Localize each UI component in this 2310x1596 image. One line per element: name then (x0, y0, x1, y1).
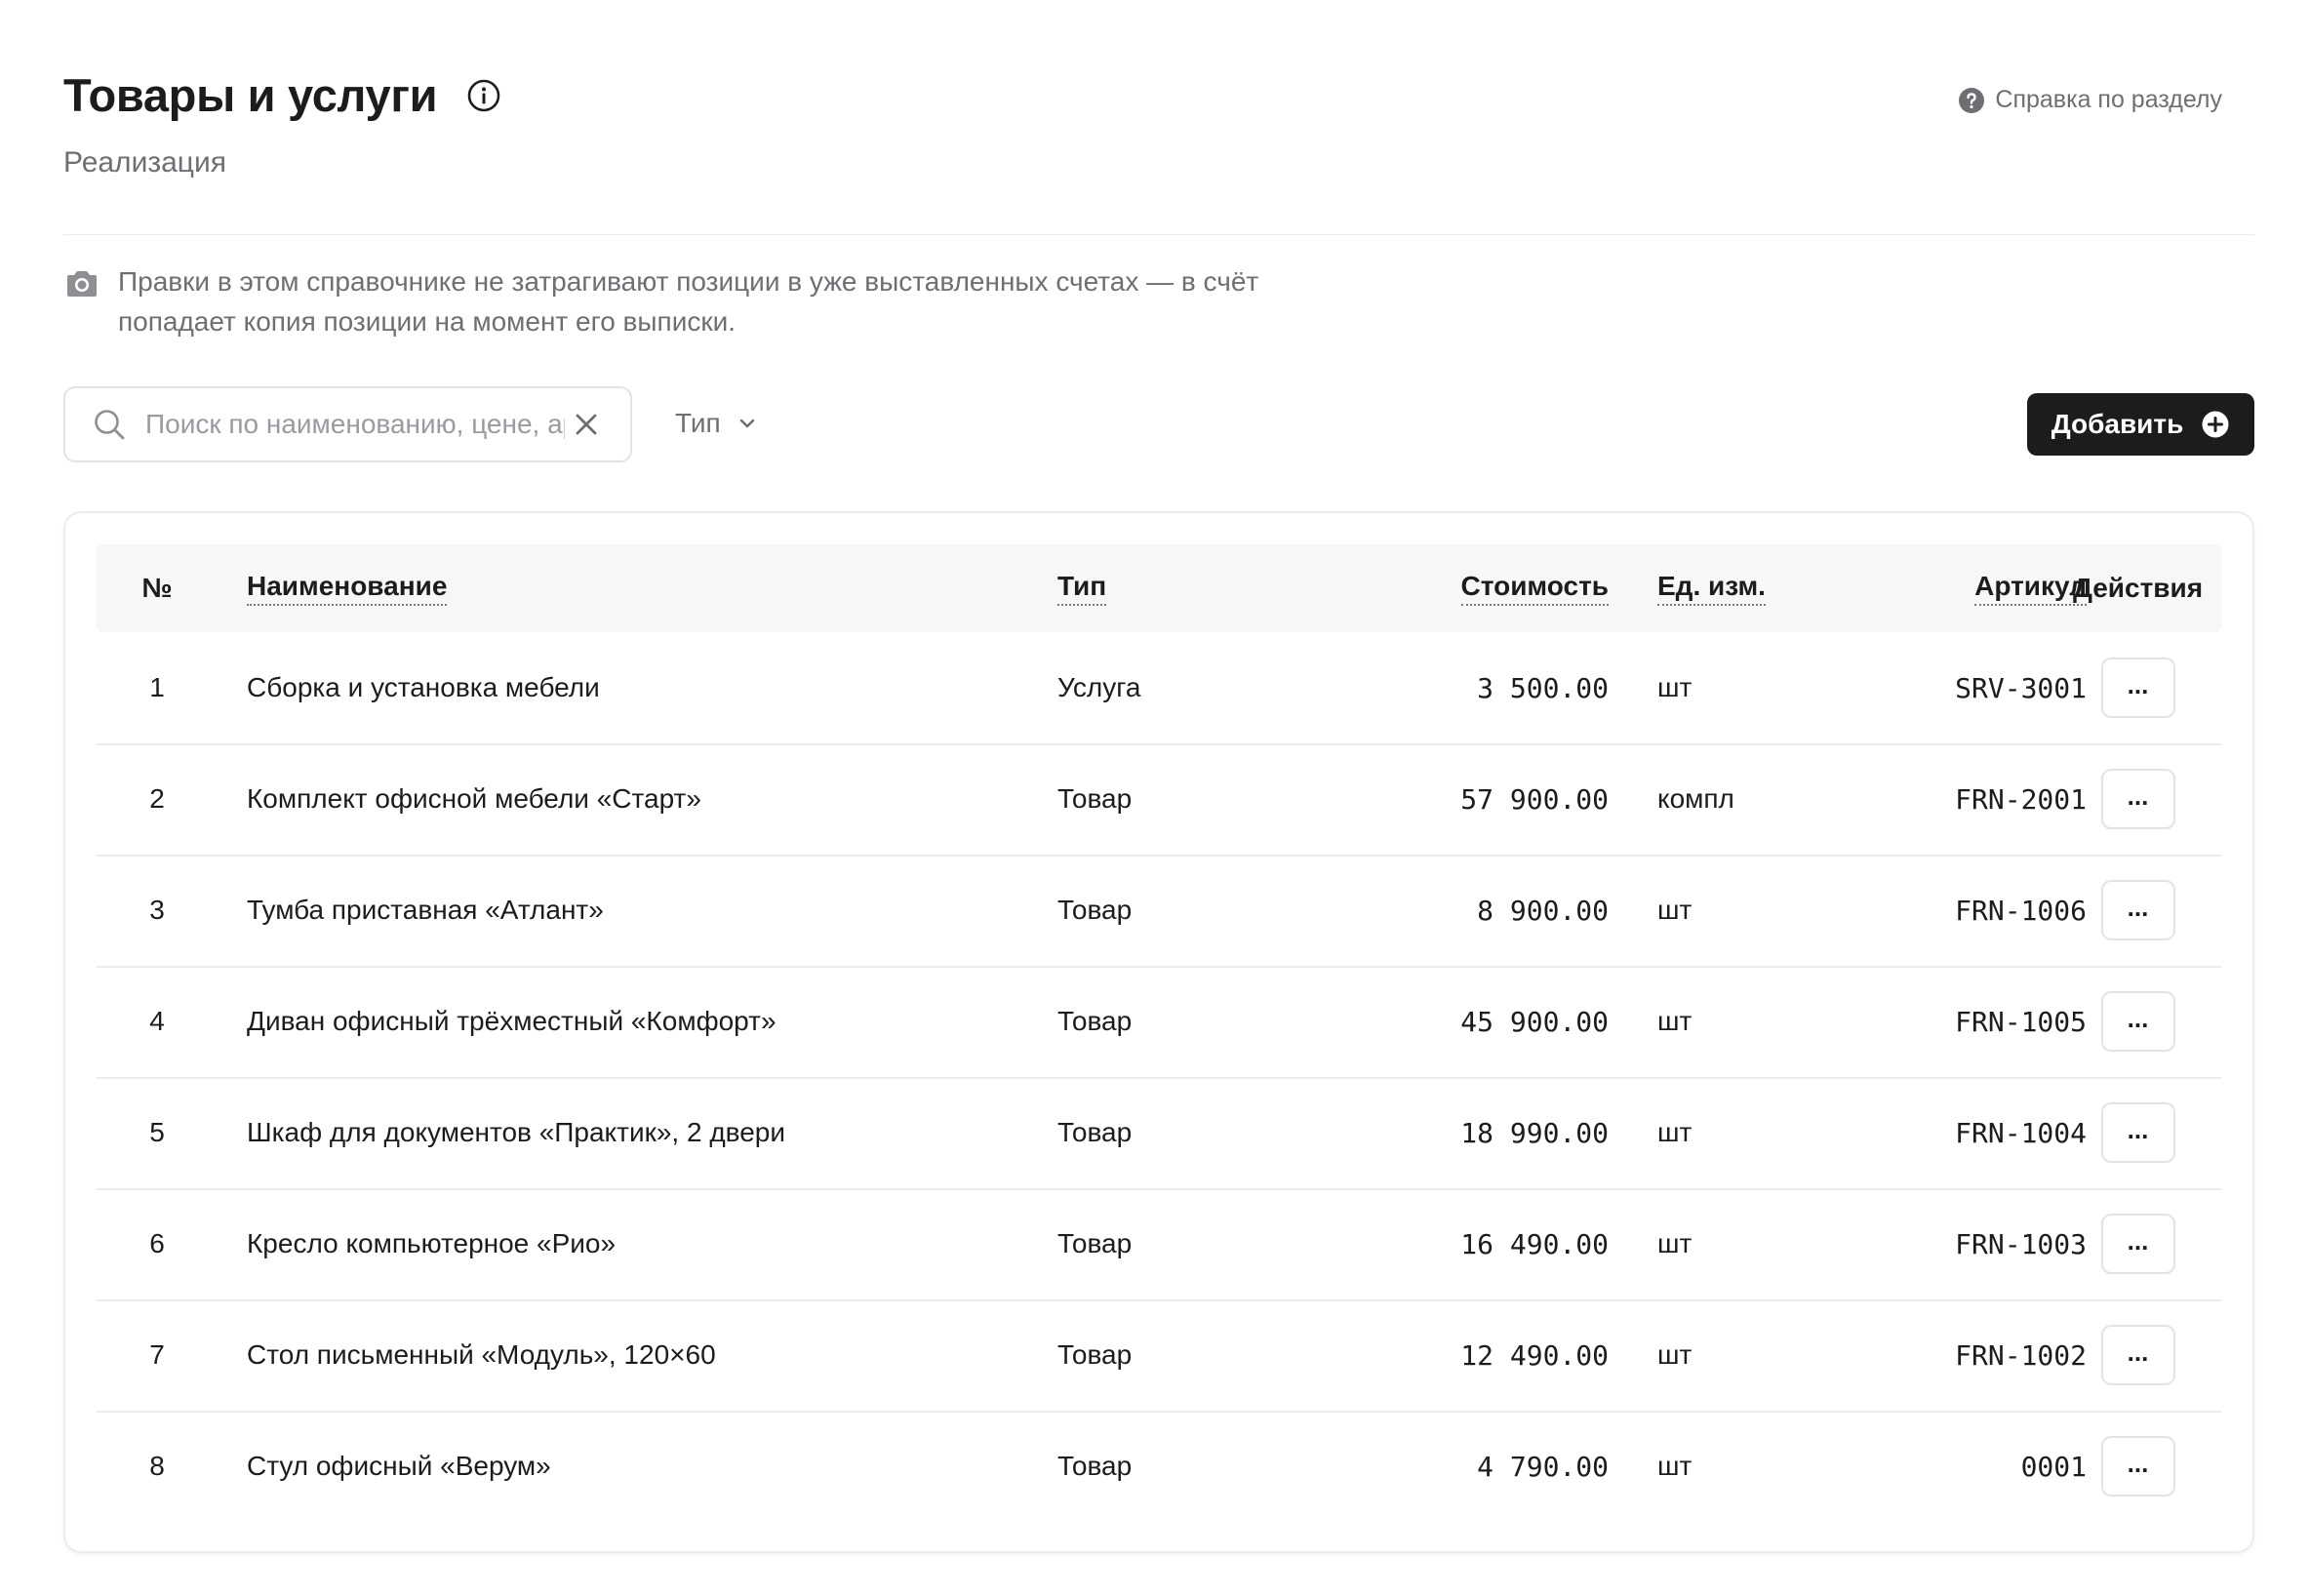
info-note: Правки в этом справочнике не затрагивают… (63, 261, 1289, 341)
type-filter-label: Тип (675, 408, 721, 438)
row-actions-cell: ... (2052, 1077, 2223, 1188)
table-row[interactable]: 4 Диван офисный трёхместный «Комфорт» Това… (97, 966, 2221, 1079)
column-header-actions-label: Действия (2072, 573, 2204, 603)
page: Товары и услуги Реализация Справка по ра… (0, 0, 2310, 1596)
item-name: Тумба приставная «Атлант» (247, 895, 604, 925)
table-row[interactable]: 7 Стол письменный «Модуль», 120×60 Товар 12… (97, 1299, 2221, 1413)
row-number: 4 (149, 1006, 165, 1036)
table-row[interactable]: 3 Тумба приставная «Атлант» Товар 8 900.00 ш… (97, 855, 2221, 968)
item-name: Стол письменный «Модуль», 120×60 (247, 1339, 716, 1370)
column-header-name-label: Наименование (247, 571, 448, 606)
info-icon[interactable] (466, 78, 501, 113)
item-price: 45 900.00 (1460, 1005, 1609, 1038)
row-actions-cell: ... (2052, 743, 2223, 855)
item-name: Стул офисный «Верум» (247, 1451, 551, 1481)
item-sku: FRN-2001 (1955, 782, 2087, 816)
row-number: 2 (149, 783, 165, 814)
column-header-sku[interactable]: Артикул (1696, 544, 2087, 632)
item-sku: SRV-3001 (1955, 671, 2087, 704)
page-subtitle: Реализация (63, 146, 226, 179)
row-actions-button[interactable]: ... (2100, 1214, 2175, 1274)
item-price: 3 500.00 (1477, 671, 1609, 704)
title-row: Товары и услуги (63, 68, 501, 122)
help-link[interactable]: Справка по разделу (1958, 86, 2222, 114)
row-number: 3 (149, 895, 165, 925)
row-actions-button[interactable]: ... (2100, 991, 2175, 1052)
table-row[interactable]: 6 Кресло компьютерное «Рио» Товар 16 490.00… (97, 1188, 2221, 1301)
row-actions-cell: ... (2052, 1299, 2223, 1411)
type-filter-dropdown[interactable]: Тип (675, 408, 758, 439)
table-row[interactable]: 8 Стул офисный «Верум» Товар 4 790.00 шт 0001… (97, 1411, 2221, 1522)
item-price: 8 900.00 (1477, 894, 1609, 927)
item-sku: FRN-1002 (1955, 1338, 2087, 1372)
row-number: 5 (149, 1117, 165, 1147)
row-actions-cell: ... (2052, 632, 2223, 743)
item-price: 16 490.00 (1460, 1227, 1609, 1260)
item-sku: 0001 (2020, 1450, 2087, 1483)
column-header-actions: Действия (2052, 544, 2223, 632)
table-row[interactable]: 2 Комплект офисной мебели «Старт» Товар 57 … (97, 743, 2221, 857)
item-name: Комплект офисной мебели «Старт» (247, 783, 701, 814)
item-price: 4 790.00 (1477, 1450, 1609, 1483)
column-header-type-label: Тип (1057, 571, 1107, 606)
row-actions-cell: ... (2052, 1188, 2223, 1299)
header-divider (63, 234, 2254, 235)
row-actions-button[interactable]: ... (2100, 880, 2175, 940)
row-number: 6 (149, 1228, 165, 1258)
item-price: 18 990.00 (1460, 1116, 1609, 1149)
row-actions-button[interactable]: ... (2100, 1102, 2175, 1163)
add-button[interactable]: Добавить (2027, 393, 2254, 456)
row-actions-cell: ... (2052, 966, 2223, 1077)
column-header-num-label: № (141, 573, 173, 603)
question-icon (1958, 87, 1985, 114)
items-table: № Наименование Тип Стоимость Ед. изм. Ар… (63, 511, 2254, 1553)
clear-search-icon[interactable] (573, 411, 600, 438)
item-sku: FRN-1004 (1955, 1116, 2087, 1149)
column-header-price-label: Стоимость (1460, 571, 1609, 606)
row-actions-button[interactable]: ... (2100, 1325, 2175, 1385)
camera-icon (63, 265, 100, 302)
row-number: 7 (149, 1339, 165, 1370)
row-actions-button[interactable]: ... (2100, 1436, 2175, 1496)
item-sku: FRN-1006 (1955, 894, 2087, 927)
item-name: Сборка и установка мебели (247, 672, 600, 702)
add-button-label: Добавить (2051, 409, 2184, 439)
item-sku: FRN-1005 (1955, 1005, 2087, 1038)
row-actions-button[interactable]: ... (2100, 658, 2175, 718)
table-row[interactable]: 5 Шкаф для документов «Практик», 2 двери Т… (97, 1077, 2221, 1190)
search-input[interactable] (143, 408, 567, 441)
column-header-price[interactable]: Стоимость (1218, 544, 1609, 632)
row-actions-button[interactable]: ... (2100, 769, 2175, 829)
column-header-name[interactable]: Наименование (247, 544, 1008, 632)
item-name: Кресло компьютерное «Рио» (247, 1228, 617, 1258)
help-link-label: Справка по разделу (1995, 86, 2222, 113)
chevron-down-icon (737, 413, 758, 434)
row-actions-cell: ... (2052, 1411, 2223, 1522)
row-number: 8 (149, 1451, 165, 1481)
item-sku: FRN-1003 (1955, 1227, 2087, 1260)
item-name: Диван офисный трёхместный «Комфорт» (247, 1006, 777, 1036)
item-price: 57 900.00 (1460, 782, 1609, 816)
item-name: Шкаф для документов «Практик», 2 двери (247, 1117, 786, 1147)
note-text: Правки в этом справочнике не затрагивают… (118, 266, 1259, 337)
plus-circle-icon (2201, 410, 2230, 439)
search-icon (93, 408, 126, 441)
column-header-num: № (97, 544, 218, 632)
item-price: 12 490.00 (1460, 1338, 1609, 1372)
table-header: № Наименование Тип Стоимость Ед. изм. Ар… (97, 544, 2221, 632)
search-box[interactable] (63, 386, 632, 462)
row-actions-cell: ... (2052, 855, 2223, 966)
table-row[interactable]: 1 Сборка и установка мебели Услуга 3 500.00… (97, 632, 2221, 745)
row-number: 1 (149, 672, 165, 702)
page-title: Товары и услуги (63, 69, 438, 121)
